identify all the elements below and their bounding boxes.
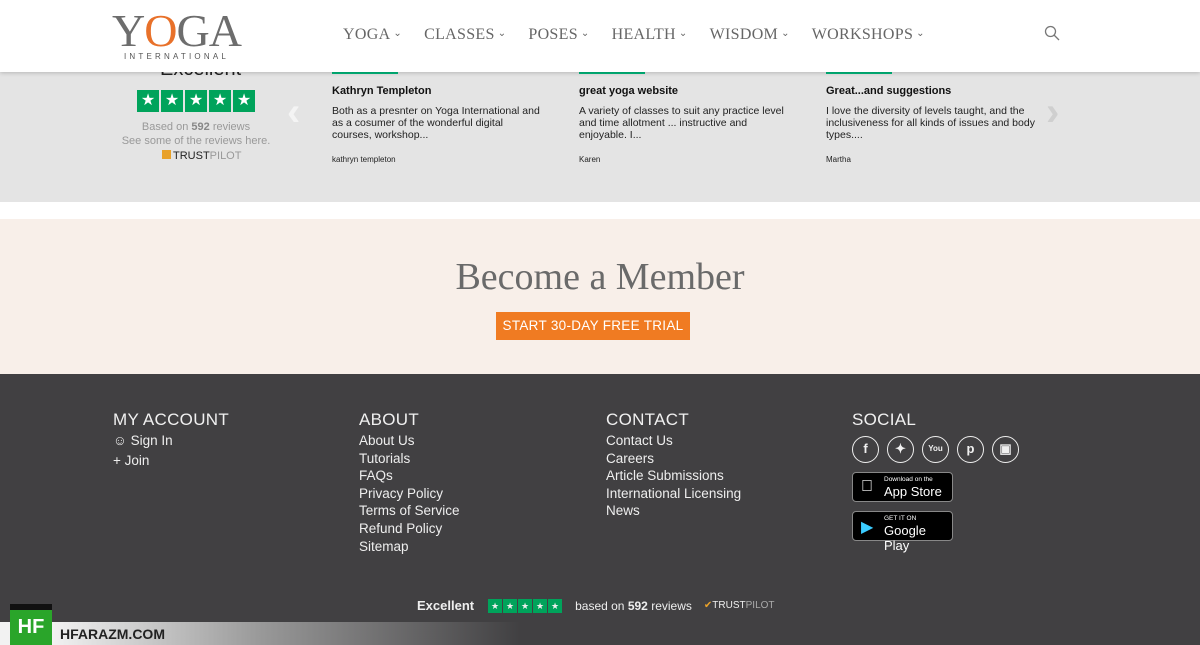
nav-classes[interactable]: CLASSES ⌄	[424, 26, 506, 44]
terms-link[interactable]: Terms of Service	[359, 502, 460, 520]
trustpilot-logo[interactable]: TRUSTPILOT	[162, 150, 241, 162]
carousel-prev-button[interactable]: ‹	[287, 90, 300, 135]
footer-social: SOCIAL f ✦ You p ▣  Download on theApp …	[852, 410, 1019, 553]
footer: MY ACCOUNT ☺ Sign In + Join ABOUT About …	[0, 374, 1200, 645]
about-us-link[interactable]: About Us	[359, 432, 460, 450]
carousel-next-button[interactable]: ›	[1046, 90, 1059, 135]
sign-in-link[interactable]: ☺ Sign In	[113, 432, 229, 450]
chevron-down-icon: ⌄	[781, 28, 790, 39]
chevron-down-icon: ⌄	[580, 28, 590, 39]
yoga-international-logo[interactable]: YOGA INTERNATIONAL	[112, 8, 242, 64]
nav-health[interactable]: HEALTH ⌄	[612, 26, 688, 44]
nav-wisdom[interactable]: WISDOM ⌄	[710, 26, 790, 44]
footer-my-account: MY ACCOUNT ☺ Sign In + Join	[113, 410, 230, 470]
watermark-text: HFARAZM.COM	[60, 626, 165, 642]
pinterest-icon[interactable]: p	[957, 436, 984, 463]
footer-contact: CONTACT Contact Us Careers Article Submi…	[606, 410, 742, 520]
user-icon: ☺	[113, 433, 127, 448]
nav-yoga[interactable]: YOGA ⌄	[343, 26, 402, 44]
review-card[interactable]: Great...and suggestions I love the divers…	[826, 72, 1036, 164]
apple-icon: 	[861, 478, 873, 496]
contact-us-link[interactable]: Contact Us	[606, 432, 741, 450]
search-icon[interactable]	[1044, 25, 1060, 41]
footer-about: ABOUT About Us Tutorials FAQs Privacy Po…	[359, 410, 460, 556]
become-member-section: Become a Member START 30-DAY FREE TRIAL	[0, 219, 1200, 374]
join-link[interactable]: + Join	[113, 452, 229, 470]
app-store-button[interactable]:  Download on theApp Store	[852, 472, 953, 502]
privacy-policy-link[interactable]: Privacy Policy	[359, 485, 460, 503]
rating-label: Excellent	[160, 72, 241, 81]
trustpilot-footer-widget[interactable]: Excellent ★ ★ ★ ★ ★ based on 592 reviews ✔TR…	[417, 598, 775, 613]
review-card[interactable]: great yoga website A variety of classes t…	[579, 72, 789, 164]
faqs-link[interactable]: FAQs	[359, 467, 460, 485]
review-summary: Based on 592 reviews See some of the rev…	[121, 121, 271, 147]
chevron-down-icon: ⌄	[678, 28, 688, 39]
careers-link[interactable]: Careers	[606, 450, 741, 468]
member-title: Become a Member	[455, 256, 745, 298]
twitter-icon[interactable]: ✦	[887, 436, 914, 463]
facebook-icon[interactable]: f	[852, 436, 879, 463]
trustpilot-reviews: Excellent ★★★★★ Based on 592 reviews See…	[0, 72, 1200, 202]
sitemap-link[interactable]: Sitemap	[359, 538, 460, 556]
international-licensing-link[interactable]: International Licensing	[606, 485, 741, 503]
chevron-down-icon: ⌄	[497, 28, 507, 39]
nav-poses[interactable]: POSES ⌄	[528, 26, 589, 44]
chevron-down-icon: ⌄	[393, 28, 403, 39]
site-header: YOGA INTERNATIONAL YOGA ⌄ CLASSES ⌄ POSES ⌄…	[0, 0, 1200, 72]
instagram-icon[interactable]: ▣	[992, 436, 1019, 463]
review-card[interactable]: Kathryn Templeton Both as a presnter on Y…	[332, 72, 542, 164]
google-play-icon: ▶	[861, 519, 874, 536]
trustpilot-logo: ✔TRUSTPILOT	[703, 600, 775, 611]
refund-policy-link[interactable]: Refund Policy	[359, 520, 460, 538]
google-play-button[interactable]: ▶ GET IT ON Google Play	[852, 511, 953, 553]
see-reviews-link[interactable]: See some of the reviews here.	[122, 135, 271, 147]
tutorials-link[interactable]: Tutorials	[359, 450, 460, 468]
star-rating: ★ ★ ★ ★ ★	[137, 90, 255, 112]
main-nav: YOGA ⌄ CLASSES ⌄ POSES ⌄ HEALTH ⌄ WISDOM ⌄ WO…	[343, 26, 947, 44]
watermark-logo: HF	[10, 604, 52, 645]
nav-workshops[interactable]: WORKSHOPS ⌄	[812, 26, 925, 44]
chevron-down-icon: ⌄	[916, 28, 925, 39]
free-trial-button[interactable]: START 30-DAY FREE TRIAL	[496, 312, 690, 340]
article-submissions-link[interactable]: Article Submissions	[606, 467, 741, 485]
news-link[interactable]: News	[606, 502, 741, 520]
youtube-icon[interactable]: You	[922, 436, 949, 463]
plus-icon: +	[113, 452, 121, 468]
star-rating: ★ ★ ★ ★ ★	[488, 598, 563, 613]
